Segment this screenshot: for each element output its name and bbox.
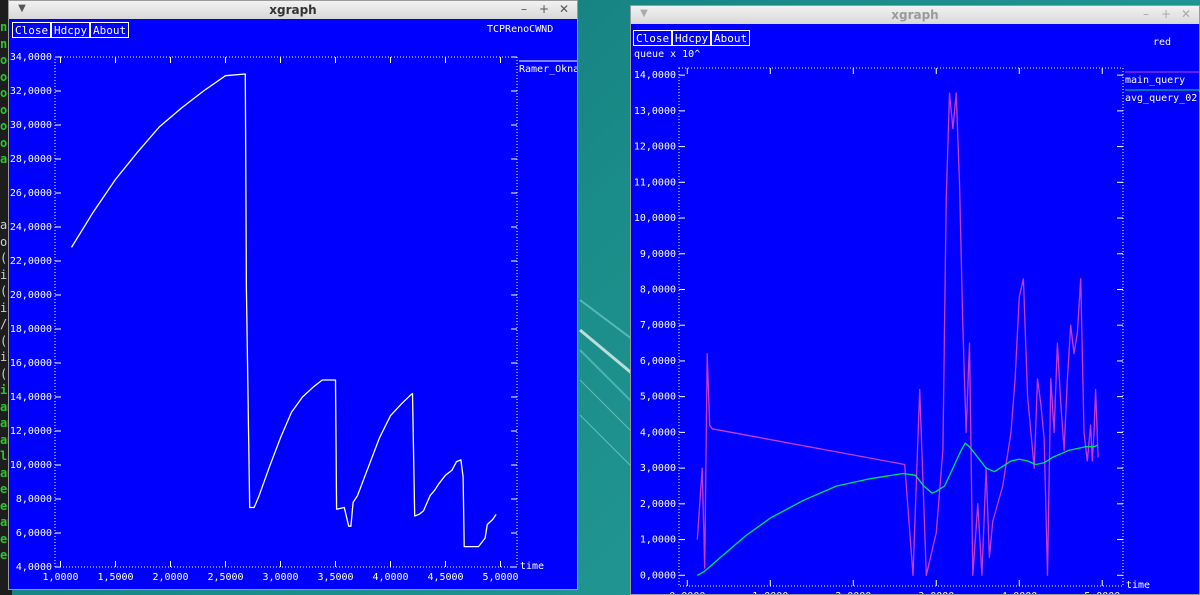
y-tick-label: 3,0000 xyxy=(640,463,676,474)
y-tick-label: 12,0000 xyxy=(634,142,676,153)
y-tick-label: 0,0000 xyxy=(640,570,676,581)
maximize-icon[interactable]: + xyxy=(537,2,551,16)
x-tick-label: 4,5000 xyxy=(427,572,463,583)
x-tick-label: 2,5000 xyxy=(207,572,243,583)
y-tick-label: 20,0000 xyxy=(10,290,52,301)
legend-entry: main_query xyxy=(1125,75,1185,86)
y-tick-label: 12,0000 xyxy=(10,426,52,437)
maximize-icon[interactable]: + xyxy=(1159,7,1173,21)
y-tick-label: 2,0000 xyxy=(640,499,676,510)
plot-frame xyxy=(54,56,518,568)
x-tick-label: 2,0000 xyxy=(152,572,188,583)
x-tick-label: 3,0000 xyxy=(262,572,298,583)
y-tick-label: 34,0000 xyxy=(10,52,52,63)
y-tick-label: 11,0000 xyxy=(634,177,676,188)
x-tick-label: 4,0000 xyxy=(372,572,408,583)
xgraph-window-tcp-cwnd: ▼ xgraph – + ✕ Close Hdcpy About TCPReno… xyxy=(8,0,578,590)
plot-area: Close Hdcpy About TCPRenoCWND 4,0000 6,00… xyxy=(9,19,577,589)
x-axis-label: time xyxy=(1126,580,1150,591)
y-tick-label: 26,0000 xyxy=(10,188,52,199)
x-tick-label: 1,0000 xyxy=(42,572,78,583)
window-titlebar[interactable]: ▼ xgraph – + ✕ xyxy=(9,1,577,20)
x-tick-label: 1,5000 xyxy=(97,572,133,583)
y-tick-label: 8,0000 xyxy=(16,494,52,505)
x-tick-label: 3,0000 xyxy=(918,591,954,594)
y-tick-label: 22,0000 xyxy=(10,256,52,267)
y-tick-label: 4,0000 xyxy=(640,427,676,438)
x-tick-label: 2,0000 xyxy=(835,591,871,594)
y-tick-label: 14,0000 xyxy=(10,392,52,403)
y-tick-label: 28,0000 xyxy=(10,154,52,165)
minimize-icon[interactable]: – xyxy=(1139,7,1153,21)
x-tick-label: 4,0000 xyxy=(1001,591,1037,594)
y-tick-label: 13,0000 xyxy=(634,106,676,117)
x-tick-label: 1,0000 xyxy=(752,591,788,594)
y-axis-label: queue x 10^ xyxy=(634,49,700,60)
y-tick-label: 24,0000 xyxy=(10,222,52,233)
x-tick-label: 3,5000 xyxy=(317,572,353,583)
cwnd-chart: 4,0000 6,0000 8,0000 10,0000 12,0000 14,0000 1… xyxy=(10,52,577,583)
minimize-icon[interactable]: – xyxy=(517,2,531,16)
x-axis-label: time xyxy=(520,561,544,572)
series-line-ramer-okna xyxy=(70,73,497,548)
y-tick-label: 32,0000 xyxy=(10,86,52,97)
legend-entry: avg_query_02 xyxy=(1125,93,1197,104)
y-tick-label: 10,0000 xyxy=(10,460,52,471)
plot-area: Close Hdcpy About red 0,0000 1,0000 2,0000… xyxy=(631,24,1199,594)
x-tick-label: 5,0000 xyxy=(482,572,518,583)
y-tick-label: 10,0000 xyxy=(634,213,676,224)
y-tick-label: 6,0000 xyxy=(640,356,676,367)
window-title: xgraph xyxy=(269,3,317,17)
plot-frame xyxy=(678,67,1124,587)
y-tick-label: 7,0000 xyxy=(640,320,676,331)
window-titlebar[interactable]: ▼ xgraph – + ✕ xyxy=(631,6,1199,25)
window-title: xgraph xyxy=(891,8,939,22)
close-icon[interactable]: ✕ xyxy=(1179,7,1193,21)
y-tick-label: 6,0000 xyxy=(16,528,52,539)
x-tick-label: 5,0000 xyxy=(1084,591,1120,594)
y-tick-label: 1,0000 xyxy=(640,535,676,546)
y-tick-label: 5,0000 xyxy=(640,392,676,403)
y-tick-label: 8,0000 xyxy=(640,284,676,295)
y-tick-label: 14,0000 xyxy=(634,70,676,81)
close-icon[interactable]: ✕ xyxy=(557,2,571,16)
y-tick-label: 9,0000 xyxy=(640,249,676,260)
y-tick-label: 30,0000 xyxy=(10,120,52,131)
series-line-main-query xyxy=(696,92,1099,576)
xgraph-window-red-queue: ▼ xgraph – + ✕ Close Hdcpy About red 0,0… xyxy=(630,5,1200,595)
x-tick-label: 0,0000 xyxy=(669,591,705,594)
y-tick-label: 16,0000 xyxy=(10,358,52,369)
queue-chart: 0,0000 1,0000 2,0000 3,0000 4,0000 5,0000 6,00… xyxy=(634,49,1199,594)
legend-entry: Ramer_Okna xyxy=(519,64,577,75)
y-tick-label: 18,0000 xyxy=(10,324,52,335)
